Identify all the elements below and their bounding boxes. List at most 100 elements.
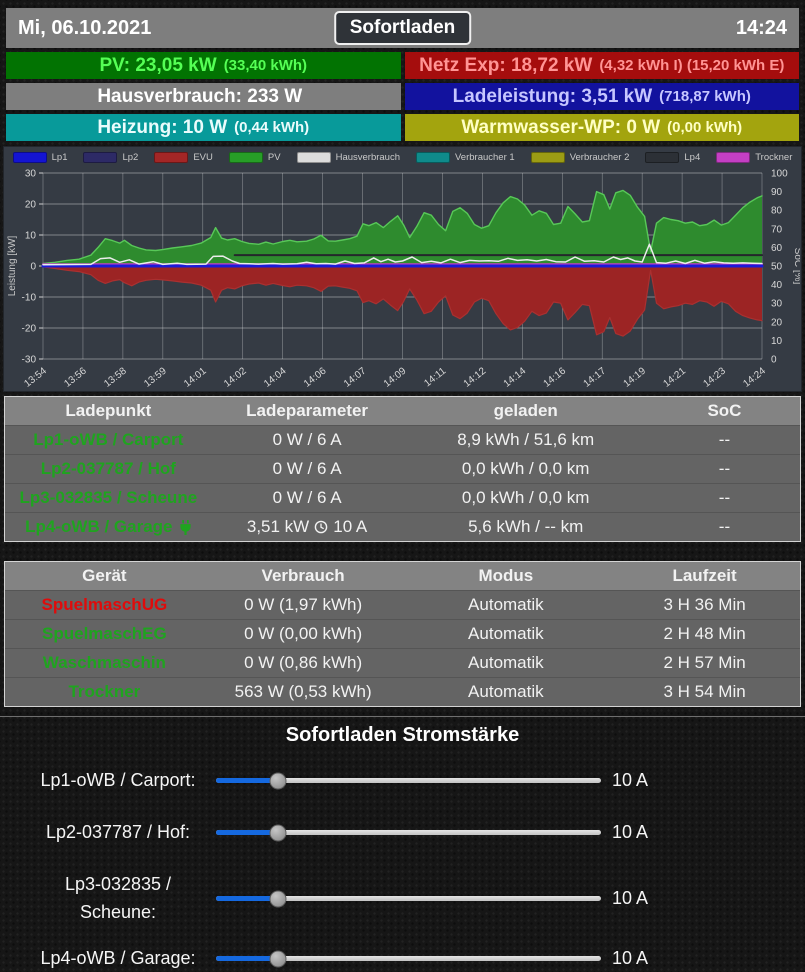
- table-row-spuelmascheg: SpuelmaschEG 0 W (0,00 kWh) Automatik 2 …: [5, 619, 800, 648]
- svg-text:80: 80: [771, 206, 783, 217]
- legend-label: Hausverbrauch: [335, 151, 400, 163]
- charge-point-name: Lp4-oWB / Garage: [5, 517, 212, 537]
- charged-amount: 8,9 kWh / 51,6 km: [457, 430, 595, 449]
- grid-export-tile[interactable]: Netz Exp: 18,72 kW (4,32 kWh I) (15,20 k…: [404, 52, 799, 79]
- svg-text:Leistung [kW]: Leistung [kW]: [7, 235, 18, 296]
- pv-value: PV: 23,05 kW: [99, 54, 217, 76]
- slider-row-lp1: Lp1-oWB / Carport: 10 A: [28, 767, 805, 795]
- slider-row-lp2: Lp2-037787 / Hof: 10 A: [28, 819, 805, 847]
- device-runtime: 3 H 54 Min: [663, 682, 746, 701]
- col-ladeparameter: Ladeparameter: [246, 401, 369, 420]
- device-consumption: 0 W (1,97 kWh): [244, 595, 363, 614]
- svg-text:10: 10: [771, 336, 783, 347]
- device-mode: Automatik: [468, 624, 544, 643]
- chart-legend: Lp1 Lp2 EVU PV Hausverbrauch Verbraucher 1 Ver…: [5, 149, 800, 165]
- col-verbrauch: Verbrauch: [261, 566, 345, 585]
- soc-value: --: [718, 517, 731, 536]
- svg-text:50: 50: [771, 262, 783, 273]
- charge-parameter: 0 W / 6 A: [272, 459, 342, 478]
- svg-text:13:59: 13:59: [142, 365, 169, 389]
- slider-thumb[interactable]: [269, 950, 287, 967]
- svg-text:0: 0: [30, 262, 36, 273]
- svg-text:SoC [%]: SoC [%]: [792, 248, 800, 285]
- pv-energy: (33,40 kWh): [223, 57, 308, 74]
- charge-point-name: Lp1-oWB / Carport: [33, 430, 184, 449]
- water-heater-tile[interactable]: Warmwasser-WP: 0 W (0,00 kWh): [404, 114, 799, 141]
- legend-item-lp2: Lp2: [83, 151, 139, 163]
- charged-amount: 0,0 kWh / 0,0 km: [461, 488, 590, 507]
- svg-text:14:07: 14:07: [342, 365, 369, 389]
- device-runtime: 2 H 57 Min: [663, 653, 746, 672]
- heating-energy: (0,44 kWh): [234, 119, 310, 136]
- power-chart-panel: Lp1 Lp2 EVU PV Hausverbrauch Verbraucher 1 Ver…: [3, 146, 802, 392]
- slider-value-lp4: 10 A: [612, 948, 649, 968]
- device-name: Trockner: [68, 682, 141, 701]
- status-tiles: PV: 23,05 kW (33,40 kWh) Netz Exp: 18,72…: [6, 52, 799, 141]
- device-runtime: 3 H 36 Min: [663, 595, 746, 614]
- slider-row-lp4: Lp4-oWB / Garage: 10 A: [28, 945, 805, 972]
- device-consumption: 0 W (0,86 kWh): [244, 653, 363, 672]
- slider-thumb[interactable]: [269, 890, 287, 908]
- pv-tile[interactable]: PV: 23,05 kW (33,40 kWh): [6, 52, 401, 79]
- lp3-current-slider[interactable]: [216, 890, 601, 908]
- svg-text:10: 10: [25, 231, 37, 242]
- svg-text:90: 90: [771, 187, 783, 198]
- slider-thumb[interactable]: [269, 824, 287, 842]
- lp1-current-slider[interactable]: [216, 772, 601, 790]
- charge-power-energy: (718,87 kWh): [659, 88, 751, 105]
- svg-text:14:09: 14:09: [382, 365, 409, 389]
- svg-text:14:02: 14:02: [222, 365, 249, 389]
- charge-power-tile[interactable]: Ladeleistung: 3,51 kW (718,87 kWh): [404, 83, 799, 110]
- legend-item-hausverbrauch: Hausverbrauch: [296, 151, 400, 163]
- device-mode: Automatik: [468, 682, 544, 701]
- slider-thumb[interactable]: [269, 772, 287, 790]
- svg-text:14:14: 14:14: [502, 365, 529, 389]
- device-consumption: 0 W (0,00 kWh): [244, 624, 363, 643]
- heating-tile[interactable]: Heizung: 10 W (0,44 kWh): [6, 114, 401, 141]
- svg-text:30: 30: [25, 169, 37, 180]
- svg-text:100: 100: [771, 169, 788, 180]
- col-laufzeit: Laufzeit: [672, 566, 737, 585]
- device-name: Waschmaschin: [42, 653, 166, 672]
- table-row-lp3: Lp3-032835 / Scheune 0 W / 6 A 0,0 kWh /…: [5, 483, 800, 512]
- charge-parameter: 0 W / 6 A: [272, 488, 342, 507]
- lp2-current-slider[interactable]: [216, 824, 601, 842]
- device-name: SpuelmaschUG: [41, 595, 168, 614]
- legend-item-verbraucher-1: Verbraucher 1: [416, 151, 515, 163]
- grid-export-value: Netz Exp: 18,72 kW: [419, 54, 593, 76]
- slider-value-lp3: 10 A: [612, 888, 649, 909]
- lp4-current-slider[interactable]: [216, 950, 601, 967]
- col-ladepunkt: Ladepunkt: [65, 401, 152, 420]
- charge-point-name: Lp3-032835 / Scheune: [19, 488, 198, 507]
- legend-item-evu: EVU: [154, 151, 213, 163]
- slider-label-lp4: Lp4-oWB / Garage:: [40, 947, 196, 968]
- legend-swatch: [645, 151, 680, 163]
- svg-text:13:56: 13:56: [62, 365, 89, 389]
- svg-text:14:16: 14:16: [542, 365, 569, 389]
- svg-text:0: 0: [771, 355, 777, 366]
- soc-value: --: [718, 459, 731, 478]
- svg-text:40: 40: [771, 280, 783, 291]
- svg-text:-10: -10: [22, 293, 37, 304]
- table-row-lp2: Lp2-037787 / Hof 0 W / 6 A 0,0 kWh / 0,0…: [5, 454, 800, 483]
- svg-text:30: 30: [771, 299, 783, 310]
- charge-point-table: Ladepunkt Ladeparameter geladen SoC Lp1-…: [4, 396, 801, 542]
- legend-swatch: [83, 151, 118, 163]
- svg-text:14:21: 14:21: [661, 365, 688, 389]
- charge-power-text: 3,51 kW: [246, 517, 310, 536]
- section-divider: [0, 716, 805, 717]
- slider-value-lp2: 10 A: [612, 822, 649, 843]
- svg-text:60: 60: [771, 243, 783, 254]
- charge-point-name-text: Lp4-oWB / Garage: [25, 517, 173, 536]
- legend-swatch: [530, 151, 565, 163]
- svg-text:14:17: 14:17: [582, 365, 609, 389]
- house-consumption-tile[interactable]: Hausverbrauch: 233 W: [6, 83, 401, 110]
- time-label: 14:24: [735, 16, 787, 39]
- legend-label: PV: [267, 151, 281, 163]
- charged-amount: 0,0 kWh / 0,0 km: [461, 459, 590, 478]
- charge-mode-button[interactable]: Sofortladen: [333, 10, 472, 46]
- heating-value: Heizung: 10 W: [97, 116, 228, 138]
- table-row-lp4: Lp4-oWB / Garage 3,51 kW 10 A 5,6 kWh / …: [5, 512, 800, 541]
- house-consumption-value: Hausverbrauch: 233 W: [97, 85, 303, 107]
- legend-label: Lp2: [122, 151, 139, 163]
